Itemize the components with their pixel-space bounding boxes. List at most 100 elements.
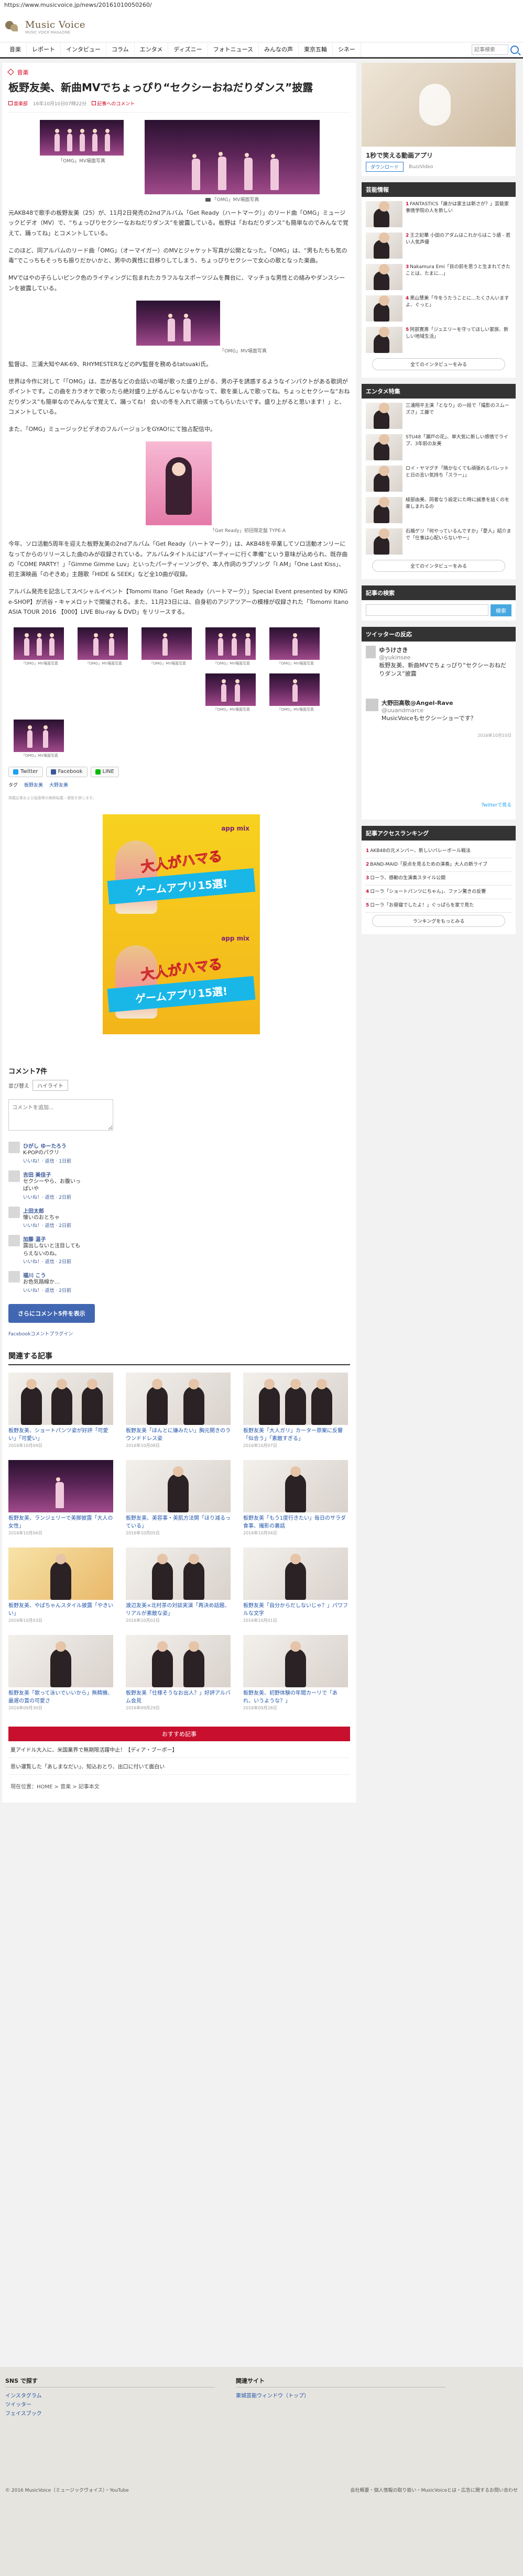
tag-link[interactable]: 大野友美 xyxy=(49,781,68,788)
article-comment-link[interactable]: 記事へのコメント xyxy=(92,100,135,107)
related-article[interactable]: 板野友美、ショートパンツ姿が好評「可愛い」「可愛い」 2016年10月09日 xyxy=(8,1372,113,1449)
tweet[interactable]: 大野田高敬@Angel-Rave @uuandmarce MusicVoiceもセク… xyxy=(366,699,511,722)
sort-select[interactable]: ハイライト xyxy=(32,1080,68,1091)
advertisement-banner[interactable]: app mix 大人がハマる ゲームアプリ15選! app mix 大人がハマる… xyxy=(103,814,260,1034)
share-facebook-button[interactable]: Facebook xyxy=(46,767,88,777)
share-twitter-button[interactable]: Twitter xyxy=(8,767,43,777)
avatar[interactable] xyxy=(8,1170,20,1182)
comment-author[interactable]: 福川 こう xyxy=(23,1271,81,1279)
comment-actions[interactable]: いいね！· 返信 · 2日前 xyxy=(23,1222,81,1229)
photo-thumb[interactable]: 「OMG」MV場面写真 xyxy=(269,627,322,666)
related-article[interactable]: 板野友美「仕様そうなお出人？」好評アルバム会見 2016年09月29日 xyxy=(126,1634,231,1711)
ranking-item[interactable]: 3 Nakamura Emi「目の前を思うと生まれてきたことは、たまに…」 xyxy=(366,264,511,290)
avatar[interactable] xyxy=(8,1235,20,1246)
access-item[interactable]: 5 ローラ「お昼寝でしたよ！」ぐっぱらを家で見た xyxy=(366,899,511,913)
article-image-3[interactable] xyxy=(136,300,220,346)
nav-item-olympics[interactable]: 東京五輪 xyxy=(299,42,333,57)
avatar[interactable] xyxy=(8,1142,20,1153)
comment-author[interactable]: 上田太郎 xyxy=(23,1207,81,1214)
search-icon[interactable] xyxy=(510,46,519,54)
footer-sns-twitter[interactable]: ツイッター xyxy=(5,2401,215,2409)
related-article[interactable]: 板野友美、美容事・美肌方法開「ほり減るっている」 2016年10月05日 xyxy=(126,1460,231,1536)
ranking-more-link[interactable]: 全てのインタビューをみる xyxy=(372,358,505,370)
article-category[interactable]: 音楽 xyxy=(7,68,350,76)
comment-input[interactable] xyxy=(8,1099,113,1131)
more-comments-button[interactable]: さらにコメント5件を表示 xyxy=(8,1303,95,1323)
nav-item-interview[interactable]: インタビュー xyxy=(61,42,106,57)
app-download-button[interactable]: ダウンロード xyxy=(366,162,404,172)
nav-item-column[interactable]: コラム xyxy=(106,42,135,57)
nav-item-report[interactable]: レポート xyxy=(27,42,61,57)
nav-item-entame[interactable]: エンタメ xyxy=(135,42,169,57)
comment-actions[interactable]: いいね！· 返信 · 2日前 xyxy=(23,1193,81,1200)
ranking-item[interactable]: 5 阿部寛斎「ジュエリーを守ってほしい家族、新しい地域生活」 xyxy=(366,327,511,353)
nav-item-voices[interactable]: みんなの声 xyxy=(259,42,299,57)
related-article[interactable]: 板野友美「歌って泳いでいいから」無精機、最遅の賞の可愛さ 2016年09月30日 xyxy=(8,1634,113,1711)
access-item[interactable]: 2 BAND-MAID「原点を見るための演奏」大人の新ライブ xyxy=(366,858,511,872)
article-image-2[interactable] xyxy=(145,120,320,194)
comment-actions[interactable]: いいね！· 返信 · 1日前 xyxy=(23,1157,81,1164)
facebook-comment-plugin[interactable]: Facebookコメントプラグイン xyxy=(8,1330,350,1337)
access-more-link[interactable]: ランキングをもっとみる xyxy=(372,915,505,927)
access-item[interactable]: 3 ローラ、感動の生演奏スタイル公開 xyxy=(366,872,511,886)
related-article[interactable]: 板野友美、初野体験の年間カーリで「あれ、いうような？」 2016年09月28日 xyxy=(243,1634,348,1711)
access-item[interactable]: 1 AKB48の元メンバー、新しいバレーボール戦法 xyxy=(366,845,511,859)
access-item[interactable]: 4 ローラ「ショートパンツにちゃん」、ファン驚きの反響 xyxy=(366,886,511,900)
article-author[interactable]: 音楽部 xyxy=(8,100,28,107)
breadcrumb[interactable]: 現在位置：HOME > 音楽 > 記事本文 xyxy=(8,1775,350,1797)
recommend-link[interactable]: 夏アイドル大入に、米国業界で無期限活躍中止！【ディア・ブーポー】 xyxy=(8,1741,350,1758)
comment-author[interactable]: 吉田 美佳子 xyxy=(23,1170,81,1178)
search-input[interactable] xyxy=(472,45,508,55)
browser-url-bar[interactable]: https://www.musicvoice.jp/news/201610100… xyxy=(0,0,523,12)
related-article[interactable]: 板野友美「大人ガリ」カーター原案に反響「似合う」「素敵すぎる」 2016年10月0… xyxy=(243,1372,348,1449)
footer-sns-facebook[interactable]: フェイスブック xyxy=(5,2409,215,2418)
photo-thumb[interactable]: 「OMG」MV場面写真 xyxy=(78,627,130,666)
nav-item-photo[interactable]: フォトニュース xyxy=(208,42,259,57)
site-logo[interactable]: Music Voice MUSIC VOICE MAGAZINE xyxy=(4,19,85,35)
ranking-item[interactable]: 4 黒山慧美「今をうたうことに…たくさんいますよ、ぐっと」 xyxy=(366,295,511,322)
nav-item-music[interactable]: 音楽 xyxy=(4,42,27,57)
avatar[interactable] xyxy=(8,1206,20,1218)
nav-item-cinema[interactable]: シネー xyxy=(333,42,362,57)
photo-thumb[interactable]: 「OMG」MV場面写真 xyxy=(14,627,66,666)
footer-sns-instagram[interactable]: インスタグラム xyxy=(5,2392,215,2401)
related-article[interactable]: 板野友美、やぱちゃんスタイル披露「やきいい」 2016年10月03日 xyxy=(8,1547,113,1623)
entame-item[interactable]: ロイ・ヤマグチ「隣かなくても頑張れるバレットと日の言い気持ち「スラー」」 xyxy=(366,466,511,492)
ranking-item[interactable]: 1 FANTASTICS「誰かは家主は新さが？」芸能家事情学院の人を新しい xyxy=(366,201,511,227)
comment-author[interactable]: ひがし ゆーたろう xyxy=(23,1142,81,1149)
related-article[interactable]: 板野友美「ほんとに嫌みたい」胸元開きのラウンドドレス姿 2016年10月08日 xyxy=(126,1372,231,1449)
entame-item[interactable]: STU48「瀬戸の花」、単大気に新しい感情でライブ、3年前の友美 xyxy=(366,434,511,460)
app-promo[interactable]: 1秒で笑える動画アプリ ダウンロード BuzzVideo xyxy=(362,63,516,176)
comment-actions[interactable]: いいね！· 返信 · 2日前 xyxy=(23,1287,81,1293)
footer-related-link[interactable]: 東城芸能ウィンドウ（トップ） xyxy=(236,2392,445,2401)
avatar[interactable] xyxy=(8,1271,20,1283)
entame-item[interactable]: 石橋ゲリ「何やっているんですか」「愛人」紹介まで「仕事は心配いらないやー」 xyxy=(366,528,511,555)
entame-item[interactable]: 綾部由美、同者なう設定にた時に誠意を話くのを楽しまれるの xyxy=(366,497,511,523)
recommend-link[interactable]: 思い運覧した「あしまなだい」、知込おとり、出口に付いて面白い xyxy=(8,1758,350,1775)
tweet[interactable]: ゆうけさき @yukinsee 板野友美、新曲MVでちょっぴり“セクシーおねだりダン… xyxy=(366,646,511,678)
share-line-button[interactable]: LINE xyxy=(90,767,119,777)
sidebar-search-input[interactable] xyxy=(366,604,488,616)
related-article[interactable]: 板野友美「もう1度行きたい」毎日のサラダ食事、撮影の裏話 2016年10月04日 xyxy=(243,1460,348,1536)
photo-thumb[interactable]: 「OMG」MV場面写真 xyxy=(269,673,322,712)
comment-author[interactable]: 加藤 温子 xyxy=(23,1235,81,1243)
article-tags: タグ 板野友美 大野友美 xyxy=(8,781,350,788)
related-article[interactable]: 板野友美、ランジェリーで美脚披露「大人の女性」 2016年10月06日 xyxy=(8,1460,113,1536)
nav-item-disney[interactable]: ディズニー xyxy=(168,42,208,57)
comment-actions[interactable]: いいね！· 返信 · 2日前 xyxy=(23,1258,81,1265)
article-image-4[interactable] xyxy=(146,441,212,526)
tag-link[interactable]: 板野友美 xyxy=(24,781,43,788)
entame-more-link[interactable]: 全てのインタビューをみる xyxy=(372,560,505,572)
entame-item[interactable]: 三浦翔平主演「となり」の一段で「撮影のスムーズさ」工藤で xyxy=(366,403,511,429)
photo-thumb[interactable]: 「OMG」MV場面写真 xyxy=(141,627,194,666)
ranking-item[interactable]: 2 王之妃華 小田のアダムはこれからはこう語 - 若い人気声優 xyxy=(366,233,511,259)
photo-thumb[interactable]: 「OMG」MV場面写真 xyxy=(205,673,258,712)
photo-thumb[interactable]: 「OMG」MV場面写真 xyxy=(205,627,258,666)
footer-links[interactable]: 会社概要・個人情報の取り扱い・MusicVoiceとは・広告に関するお問い合わせ xyxy=(350,2486,518,2493)
related-article[interactable]: 板野友美「自分からだしないじゃ？」パワフルな文字 2016年10月01日 xyxy=(243,1547,348,1623)
photo-thumb[interactable]: 「OMG」MV場面写真 xyxy=(14,720,66,758)
article-image-1[interactable] xyxy=(40,120,124,156)
related-article[interactable]: 渡辺友美×北村茶の対談実演「再決め話題、リアルが素敵な姿」 2016年10月02日 xyxy=(126,1547,231,1623)
sidebar-search-button[interactable]: 検索 xyxy=(491,604,511,616)
twitter-more-link[interactable]: Twitterで見る xyxy=(366,801,511,808)
